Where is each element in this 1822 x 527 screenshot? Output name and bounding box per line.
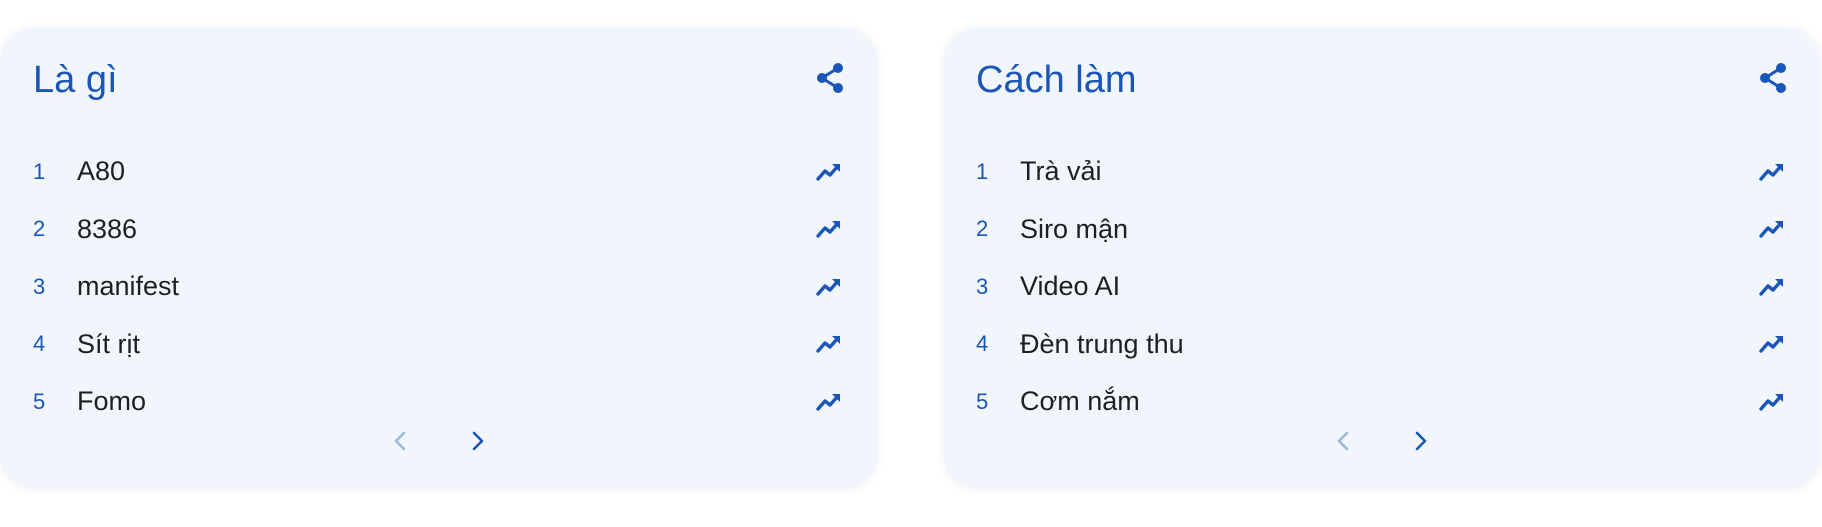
trending-up-icon	[1758, 158, 1786, 186]
trending-up-icon	[1758, 330, 1786, 358]
list-item[interactable]: 2 8386	[0, 201, 878, 259]
rank-number: 3	[976, 273, 989, 299]
trending-up-icon	[815, 388, 843, 416]
list-item[interactable]: 1 A80	[0, 143, 878, 201]
trend-card-la-gi: Là gì 1 A80 2 8386 3 manifest 4 Sít rịt …	[0, 28, 878, 489]
search-term[interactable]: A80	[77, 156, 125, 187]
rank-number: 4	[976, 331, 989, 357]
rank-number: 4	[33, 331, 46, 357]
list-item[interactable]: 5 Fomo	[0, 373, 878, 431]
chevron-right-icon	[472, 431, 484, 451]
trending-up-icon	[1758, 273, 1786, 301]
share-icon	[1760, 63, 1786, 93]
pagination	[0, 428, 878, 454]
search-term[interactable]: Siro mận	[1020, 214, 1128, 245]
search-term[interactable]: Sít rịt	[77, 329, 140, 360]
prev-page-button[interactable]	[387, 428, 413, 454]
trending-up-icon	[815, 158, 843, 186]
list-item[interactable]: 4 Sít rịt	[0, 316, 878, 374]
search-term[interactable]: manifest	[77, 271, 179, 302]
chevron-right-icon	[1415, 431, 1427, 451]
rank-number: 2	[33, 216, 46, 242]
search-term[interactable]: Cơm nắm	[1020, 386, 1140, 417]
list-item[interactable]: 3 manifest	[0, 258, 878, 316]
share-icon	[817, 63, 843, 93]
next-page-button[interactable]	[465, 428, 491, 454]
search-term[interactable]: Đèn trung thu	[1020, 329, 1184, 360]
prev-page-button[interactable]	[1330, 428, 1356, 454]
search-term[interactable]: Trà vải	[1020, 156, 1102, 187]
rank-number: 5	[976, 388, 989, 414]
trend-list: 1 Trà vải 2 Siro mận 3 Video AI 4 Đèn tr…	[943, 143, 1821, 431]
list-item[interactable]: 2 Siro mận	[943, 201, 1821, 259]
chevron-left-icon	[394, 431, 406, 451]
trending-up-icon	[1758, 388, 1786, 416]
trending-up-icon	[815, 330, 843, 358]
list-item[interactable]: 1 Trà vải	[943, 143, 1821, 201]
rank-number: 5	[33, 388, 46, 414]
trend-list: 1 A80 2 8386 3 manifest 4 Sít rịt 5 Fomo	[0, 143, 878, 431]
search-term[interactable]: 8386	[77, 214, 137, 245]
search-term[interactable]: Video AI	[1020, 271, 1120, 302]
trending-up-icon	[1758, 215, 1786, 243]
card-title: Là gì	[33, 59, 118, 101]
rank-number: 2	[976, 216, 989, 242]
trending-up-icon	[815, 273, 843, 301]
trend-card-cach-lam: Cách làm 1 Trà vải 2 Siro mận 3 Video AI…	[943, 28, 1821, 489]
list-item[interactable]: 4 Đèn trung thu	[943, 316, 1821, 374]
share-button[interactable]	[1755, 60, 1791, 96]
list-item[interactable]: 3 Video AI	[943, 258, 1821, 316]
chevron-left-icon	[1337, 431, 1349, 451]
rank-number: 1	[976, 158, 989, 184]
next-page-button[interactable]	[1408, 428, 1434, 454]
list-item[interactable]: 5 Cơm nắm	[943, 373, 1821, 431]
search-term[interactable]: Fomo	[77, 386, 146, 417]
trending-up-icon	[815, 215, 843, 243]
rank-number: 3	[33, 273, 46, 299]
share-button[interactable]	[812, 60, 848, 96]
pagination	[943, 428, 1821, 454]
rank-number: 1	[33, 158, 46, 184]
card-title: Cách làm	[976, 59, 1137, 101]
